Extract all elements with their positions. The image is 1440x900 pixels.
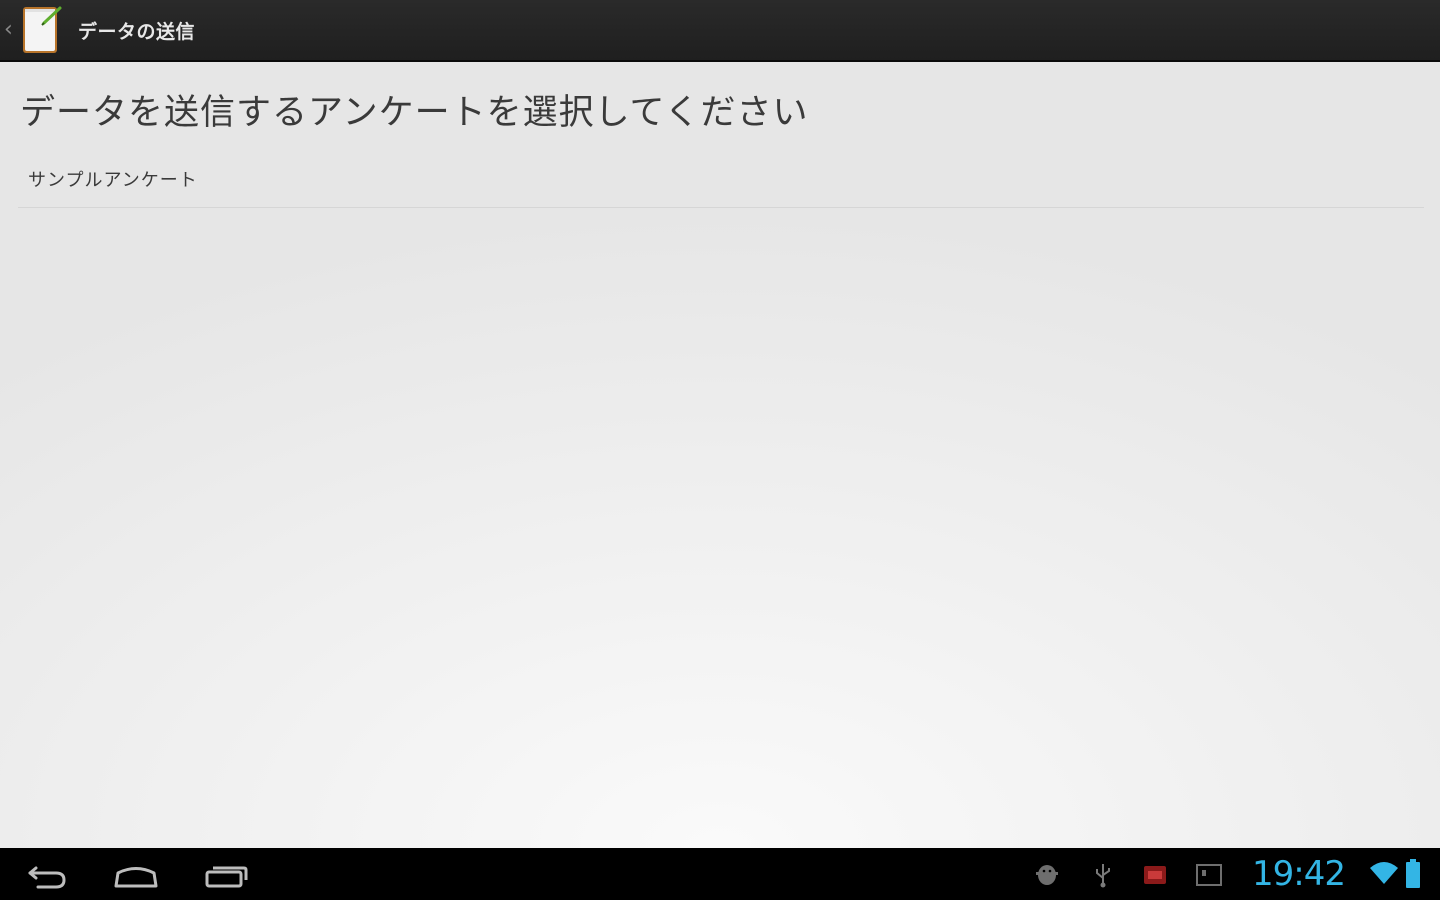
status-clock: 19:42 xyxy=(1252,854,1346,894)
recent-apps-icon xyxy=(205,866,248,888)
battery-icon xyxy=(1406,859,1420,888)
wifi-icon xyxy=(1370,862,1398,884)
usb-icon xyxy=(1088,860,1118,890)
page-title: データを送信するアンケートを選択してください xyxy=(20,93,809,133)
screenshot-icon xyxy=(1194,860,1224,890)
content-area: データを送信するアンケートを選択してください サンプルアンケート xyxy=(0,62,1440,848)
home-icon xyxy=(114,867,158,888)
survey-list: サンプルアンケート xyxy=(18,150,1424,208)
list-item[interactable]: サンプルアンケート xyxy=(18,150,1424,208)
system-bar: 19:42 xyxy=(0,848,1440,900)
back-icon xyxy=(28,866,66,889)
action-bar: ‹ データの送信 xyxy=(0,0,1440,62)
action-bar-title: データの送信 xyxy=(78,20,196,43)
debug-android-icon xyxy=(1032,860,1062,890)
notepad-icon xyxy=(23,6,62,53)
up-navigation-button[interactable]: ‹ xyxy=(0,0,74,61)
list-item-label: サンプルアンケート xyxy=(28,169,198,191)
notification-icon xyxy=(1140,860,1170,890)
back-button[interactable] xyxy=(16,856,76,892)
home-button[interactable] xyxy=(106,856,166,892)
chevron-left-icon: ‹ xyxy=(4,17,13,42)
recent-apps-button[interactable] xyxy=(196,856,256,892)
